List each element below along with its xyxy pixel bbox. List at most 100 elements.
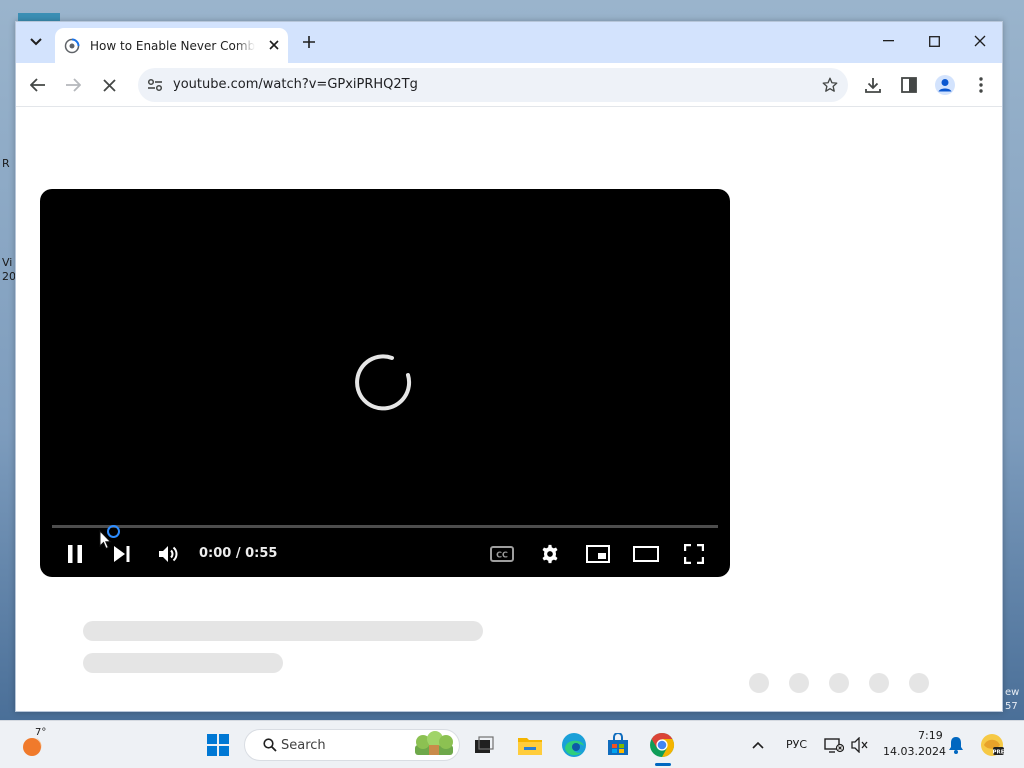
store-button[interactable] — [602, 729, 634, 761]
captions-button[interactable]: CC — [487, 539, 517, 569]
minimize-icon — [882, 40, 894, 42]
copilot-icon: PRE — [981, 734, 1005, 756]
clock-date[interactable]: 14.03.2024 — [883, 745, 946, 758]
speaker-muted-icon — [851, 737, 868, 753]
browser-toolbar: youtube.com/watch?v=GPxiPRHQ2Tg — [16, 63, 1002, 107]
desktop-label-fragment: 57 — [1005, 701, 1018, 712]
tab-search-button[interactable] — [23, 30, 49, 54]
minimize-button[interactable] — [865, 28, 911, 54]
theater-mode-button[interactable] — [631, 539, 661, 569]
forward-button[interactable] — [59, 71, 87, 99]
chevron-up-icon — [752, 741, 764, 749]
browser-titlebar: How to Enable Never Combine — [16, 22, 1002, 63]
volume-button[interactable] — [154, 539, 184, 569]
notifications-button[interactable] — [944, 729, 968, 761]
volume-muted-button[interactable] — [846, 729, 874, 761]
kebab-menu-icon — [979, 77, 983, 93]
svg-text:PRE: PRE — [992, 750, 1004, 756]
maximize-button[interactable] — [911, 28, 957, 54]
chrome-button[interactable] — [646, 729, 678, 761]
loading-globe-icon — [64, 38, 80, 54]
stop-loading-icon — [102, 78, 116, 92]
close-tab-icon[interactable] — [266, 37, 282, 53]
clock-time[interactable]: 7:19 — [918, 729, 943, 742]
chrome-icon — [650, 733, 675, 757]
time-display: 0:00 / 0:55 — [199, 546, 278, 561]
new-tab-button[interactable] — [298, 31, 320, 53]
star-icon[interactable] — [820, 75, 840, 95]
side-panel-button[interactable] — [895, 71, 923, 99]
action-placeholder — [749, 673, 769, 693]
active-app-indicator — [655, 763, 671, 766]
miniplayer-icon — [586, 545, 610, 563]
address-bar[interactable]: youtube.com/watch?v=GPxiPRHQ2Tg — [138, 68, 848, 102]
settings-button[interactable] — [535, 539, 565, 569]
copilot-button[interactable]: PRE — [976, 729, 1008, 761]
tab-title: How to Enable Never Combine — [90, 38, 255, 53]
search-icon — [263, 738, 277, 752]
desktop-label-fragment: R — [2, 157, 10, 170]
taskbar: 7° Search РУС 7:19 14.03.2024 PRE — [0, 720, 1024, 768]
search-highlight-icon — [415, 731, 453, 755]
browser-window: How to Enable Never Combine — [15, 21, 1003, 712]
action-placeholder — [869, 673, 889, 693]
back-button[interactable] — [24, 71, 52, 99]
input-language[interactable]: РУС — [786, 738, 807, 751]
fullscreen-button[interactable] — [679, 539, 709, 569]
video-player[interactable]: 0:00 / 0:55 CC — [40, 189, 730, 577]
pause-icon — [68, 545, 82, 563]
bell-icon — [949, 737, 963, 754]
url-text: youtube.com/watch?v=GPxiPRHQ2Tg — [173, 77, 418, 92]
svg-text:CC: CC — [496, 551, 508, 560]
miniplayer-button[interactable] — [583, 539, 613, 569]
show-hidden-icons-button[interactable] — [742, 729, 774, 761]
desktop-label-fragment: 20 — [2, 270, 16, 283]
captions-icon: CC — [490, 546, 514, 562]
browser-menu-button[interactable] — [967, 71, 995, 99]
mouse-cursor-icon — [99, 530, 112, 550]
network-icon — [824, 738, 844, 753]
desktop-window-edge — [18, 13, 60, 21]
loading-spinner-icon — [355, 354, 412, 411]
stop-button[interactable] — [95, 71, 123, 99]
side-panel-icon — [901, 77, 917, 93]
theater-icon — [633, 546, 659, 562]
action-placeholder — [789, 673, 809, 693]
pause-button[interactable] — [60, 539, 90, 569]
title-placeholder — [83, 621, 483, 641]
channel-placeholder — [83, 653, 283, 673]
next-icon — [114, 546, 130, 562]
search-placeholder: Search — [281, 738, 326, 753]
desktop-label-fragment: Vi — [2, 256, 13, 269]
task-view-button[interactable] — [468, 729, 500, 761]
action-placeholder — [909, 673, 929, 693]
fullscreen-icon — [684, 544, 704, 564]
forward-arrow-icon — [66, 78, 81, 92]
profile-button[interactable] — [931, 71, 959, 99]
close-window-button[interactable] — [957, 28, 1002, 54]
file-explorer-button[interactable] — [514, 729, 546, 761]
settings-icon — [542, 544, 558, 564]
download-icon — [865, 78, 881, 93]
action-placeholder — [829, 673, 849, 693]
close-icon — [974, 35, 986, 47]
start-button[interactable] — [202, 729, 234, 761]
desktop-label-fragment: ew — [1005, 687, 1020, 698]
weather-temperature: 7° — [35, 727, 47, 738]
back-arrow-icon — [30, 78, 45, 92]
network-status-button[interactable] — [820, 729, 848, 761]
profile-icon — [935, 75, 955, 95]
edge-icon — [562, 733, 586, 757]
taskbar-search[interactable]: Search — [244, 729, 460, 761]
site-info-icon[interactable] — [146, 76, 164, 94]
progress-bar[interactable] — [52, 525, 718, 528]
plus-icon — [303, 36, 315, 48]
chevron-down-icon — [30, 38, 42, 46]
downloads-button[interactable] — [859, 71, 887, 99]
task-view-icon — [475, 736, 494, 753]
tab-active[interactable]: How to Enable Never Combine — [55, 28, 288, 63]
start-icon — [207, 734, 229, 756]
store-icon — [608, 733, 628, 755]
edge-button[interactable] — [558, 729, 590, 761]
file-explorer-icon — [518, 738, 542, 755]
